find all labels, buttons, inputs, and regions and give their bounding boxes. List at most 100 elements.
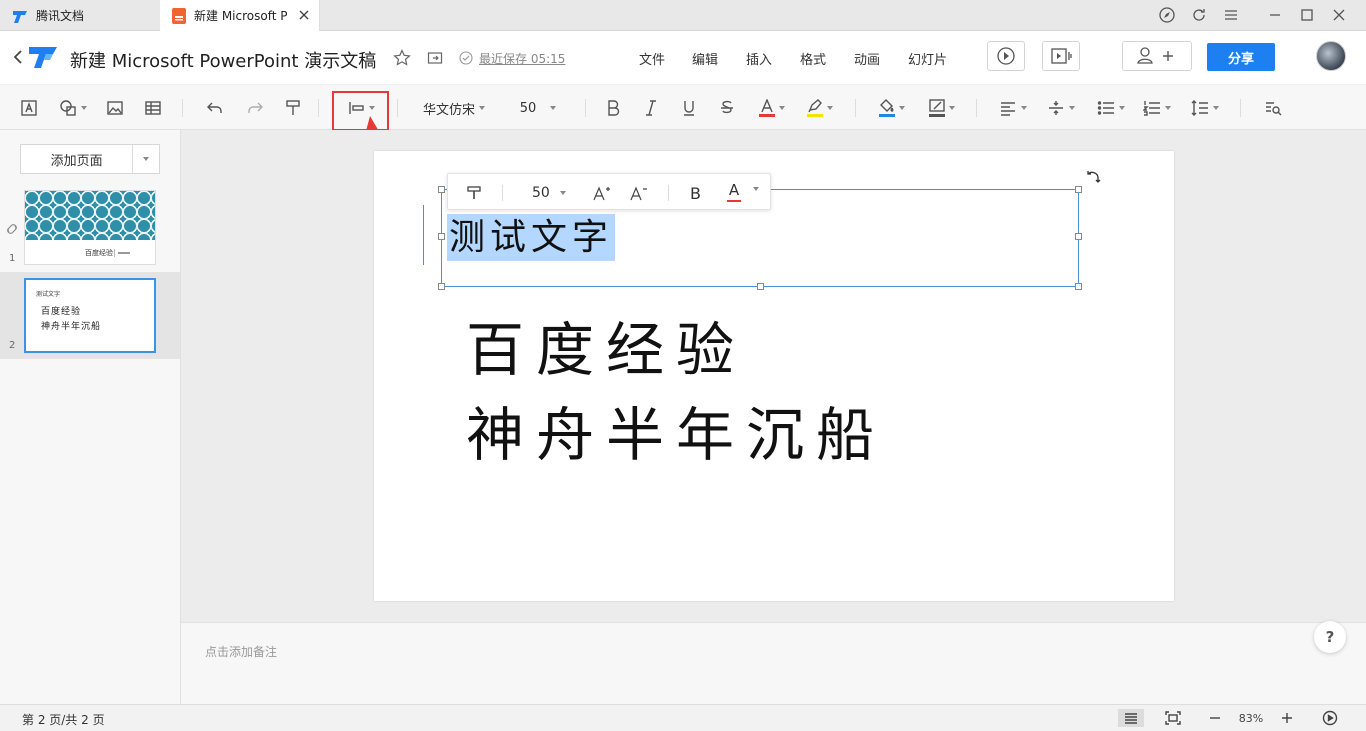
share-button[interactable]: 分享: [1207, 43, 1275, 71]
highlight-dropdown[interactable]: [802, 97, 838, 119]
document-title[interactable]: 新建 Microsoft PowerPoint 演示文稿: [70, 47, 376, 73]
slide-body-line[interactable]: 百度经验: [466, 303, 746, 387]
star-icon[interactable]: [393, 49, 411, 67]
menu-format[interactable]: 格式: [800, 49, 826, 68]
format-painter-icon[interactable]: [466, 183, 482, 203]
strikethrough-icon[interactable]: [716, 97, 738, 119]
increase-font-icon[interactable]: [593, 183, 611, 203]
save-status[interactable]: 最近保存 05:15: [479, 50, 565, 67]
saved-check-icon: [459, 51, 473, 65]
avatar[interactable]: [1316, 41, 1346, 71]
chevron-down-icon[interactable]: [749, 187, 759, 210]
zoom-in-icon[interactable]: [1278, 709, 1296, 727]
fill-color-dropdown[interactable]: [874, 97, 910, 119]
add-collaborator-button[interactable]: [1122, 41, 1192, 71]
refresh-icon[interactable]: [1190, 6, 1208, 24]
notes-area[interactable]: 点击添加备注: [181, 622, 1366, 704]
line-spacing-dropdown[interactable]: [1188, 97, 1222, 119]
tab-bar: 腾讯文档 新建 Microsoft P: [0, 0, 1366, 31]
rotate-icon[interactable]: [1084, 168, 1102, 186]
floating-font-color-button[interactable]: A: [727, 183, 741, 203]
menu-insert[interactable]: 插入: [746, 49, 772, 68]
slide-thumbnail-2[interactable]: 测试文字 百度经验 神舟半年沉船: [24, 278, 156, 353]
formatting-toolbar: 华文仿宋 50: [0, 84, 1366, 130]
menu-edit[interactable]: 编辑: [692, 49, 718, 68]
page-indicator: 第 2 页/共 2 页: [22, 713, 105, 727]
floating-font-size-value: 50: [532, 185, 550, 201]
toolbar-separator: [182, 99, 183, 117]
minimize-icon[interactable]: [1266, 6, 1284, 24]
zoom-level[interactable]: 83%: [1236, 709, 1266, 727]
redo-icon[interactable]: [244, 97, 266, 119]
textbox-icon[interactable]: [18, 97, 40, 119]
add-page-button[interactable]: 添加页面: [20, 144, 160, 174]
font-size-value: 50: [519, 100, 537, 116]
resize-handle[interactable]: [438, 283, 445, 290]
slide-number: 2: [9, 340, 16, 351]
slide-thumbnail-panel: 添加页面 百度经验 1 测试文字 百度经验 神舟半年沉船 2: [0, 130, 181, 704]
resize-handle[interactable]: [1075, 233, 1082, 240]
play-button[interactable]: [987, 41, 1025, 71]
window-close-icon[interactable]: [1330, 6, 1348, 24]
thumbnail-text: 百度经验: [41, 307, 82, 317]
status-bar: 第 2 页/共 2 页 83%: [0, 704, 1366, 731]
numbered-list-dropdown[interactable]: [1140, 97, 1174, 119]
comment-link-icon[interactable]: [5, 222, 19, 236]
floating-font-size-select[interactable]: 50: [532, 183, 566, 203]
compass-icon[interactable]: [1158, 6, 1176, 24]
toolbar-separator: [855, 99, 856, 117]
text-cursor: [423, 205, 424, 265]
tencent-docs-logo-icon[interactable]: [28, 44, 58, 70]
document-header: 新建 Microsoft PowerPoint 演示文稿 最近保存 05:15 …: [0, 31, 1366, 84]
help-button[interactable]: ?: [1314, 621, 1346, 653]
menu-file[interactable]: 文件: [639, 49, 665, 68]
menu-slideshow[interactable]: 幻灯片: [908, 49, 947, 68]
menu-icon[interactable]: [1222, 6, 1240, 24]
bold-icon[interactable]: [602, 97, 624, 119]
menu-animation[interactable]: 动画: [854, 49, 880, 68]
tab-current-document[interactable]: 新建 Microsoft P: [160, 0, 320, 31]
underline-icon[interactable]: [678, 97, 700, 119]
slide-number: 1: [9, 253, 16, 264]
slide-body-line[interactable]: 神舟半年沉船: [466, 388, 886, 472]
table-icon[interactable]: [142, 97, 164, 119]
format-painter-icon[interactable]: [282, 97, 304, 119]
undo-icon[interactable]: [204, 97, 226, 119]
bullet-list-dropdown[interactable]: [1094, 97, 1128, 119]
floating-bold-button[interactable]: B: [690, 183, 701, 203]
present-icon[interactable]: [1320, 709, 1340, 727]
resize-handle[interactable]: [757, 283, 764, 290]
resize-handle[interactable]: [438, 186, 445, 193]
border-color-dropdown[interactable]: [924, 97, 960, 119]
toolbar-separator: [976, 99, 977, 117]
paragraph-align-dropdown[interactable]: [996, 97, 1030, 119]
maximize-icon[interactable]: [1298, 6, 1316, 24]
zoom-out-icon[interactable]: [1206, 709, 1224, 727]
tab-tencent-docs[interactable]: 腾讯文档: [0, 0, 160, 31]
italic-icon[interactable]: [640, 97, 662, 119]
resize-handle[interactable]: [1075, 283, 1082, 290]
thumbnail-pattern: [25, 191, 155, 240]
shape-dropdown[interactable]: [56, 97, 90, 119]
decrease-font-icon[interactable]: [630, 183, 648, 203]
chevron-down-icon[interactable]: [132, 145, 159, 173]
selected-text[interactable]: 测试文字: [447, 214, 616, 261]
font-color-dropdown[interactable]: [754, 97, 790, 119]
presenter-view-button[interactable]: [1042, 41, 1080, 71]
find-replace-icon[interactable]: [1262, 97, 1284, 119]
tab-label: 腾讯文档: [36, 9, 85, 23]
image-icon[interactable]: [104, 97, 126, 119]
font-size-select[interactable]: 50: [514, 97, 562, 119]
resize-handle[interactable]: [438, 233, 445, 240]
notes-toggle-icon[interactable]: [1118, 709, 1144, 727]
move-to-folder-icon[interactable]: [427, 50, 443, 66]
fit-screen-icon[interactable]: [1162, 709, 1184, 727]
back-icon[interactable]: [12, 49, 24, 65]
toolbar-separator: [585, 99, 586, 117]
font-family-select[interactable]: 华文仿宋: [412, 97, 496, 119]
slide-thumbnail-1[interactable]: 百度经验: [24, 190, 156, 265]
vertical-align-dropdown[interactable]: [1044, 97, 1078, 119]
resize-handle[interactable]: [1075, 186, 1082, 193]
ppt-file-icon: [172, 7, 186, 24]
close-icon[interactable]: [297, 8, 311, 22]
